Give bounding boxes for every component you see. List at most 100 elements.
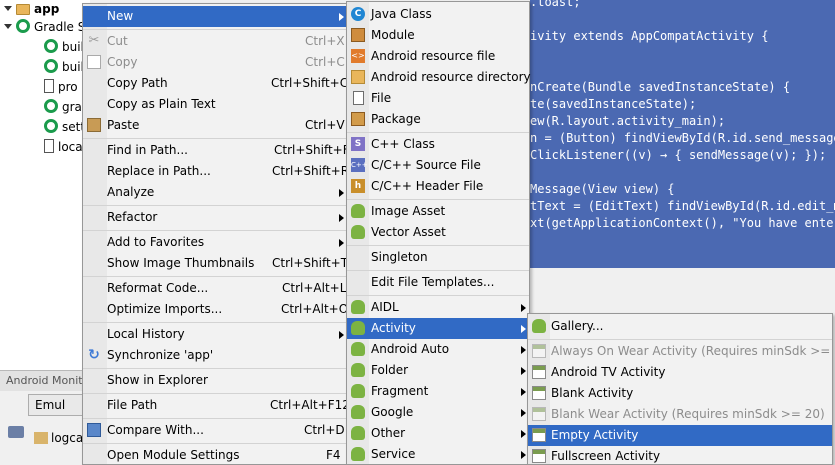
menu-item-always-on-wear-activity[interactable]: Always On Wear Activity (Requires minSdk… bbox=[528, 341, 835, 362]
menu-item-replace-in-path[interactable]: Replace in Path... Ctrl+Shift+R bbox=[83, 161, 349, 182]
menu-item-new[interactable]: New bbox=[83, 6, 346, 27]
menu-item-label: AIDL bbox=[371, 300, 399, 314]
menu-item-singleton[interactable]: Singleton bbox=[347, 247, 529, 268]
menu-item-copy-path[interactable]: Copy Path Ctrl+Shift+C bbox=[83, 73, 349, 94]
menu-item-label: Paste bbox=[107, 118, 140, 132]
menu-item-aidl[interactable]: AIDL bbox=[347, 297, 529, 318]
android-icon bbox=[351, 225, 365, 239]
menu-item-service[interactable]: Service bbox=[347, 444, 529, 465]
menu-item-reformat-code[interactable]: Reformat Code... Ctrl+Alt+L bbox=[83, 278, 346, 299]
activity-submenu: Gallery... Always On Wear Activity (Requ… bbox=[527, 313, 835, 465]
gradle-file-icon bbox=[44, 119, 58, 133]
menu-item-shortcut: Ctrl+Shift+C bbox=[271, 76, 349, 90]
code-editor[interactable]: .toast; ivity extends AppCompatActivity … bbox=[530, 0, 835, 268]
menu-item-module[interactable]: Module bbox=[347, 25, 529, 46]
menu-item-android-tv-activity[interactable]: Android TV Activity bbox=[528, 362, 832, 383]
copy-icon bbox=[87, 55, 101, 69]
menu-item-open-module-settings[interactable]: Open Module Settings F4 bbox=[83, 445, 346, 465]
menu-item-android-auto[interactable]: Android Auto bbox=[347, 339, 529, 360]
menu-item-activity[interactable]: Activity bbox=[347, 318, 529, 339]
menu-separator bbox=[83, 418, 346, 419]
menu-item-refactor[interactable]: Refactor bbox=[83, 207, 346, 228]
expand-caret-icon[interactable] bbox=[4, 6, 12, 11]
camera-icon[interactable] bbox=[8, 426, 24, 438]
code-line: n = (Button) findViewById(R.id.send_mess… bbox=[530, 131, 835, 145]
project-tree: app Gradle S buil buil pro grad sett loc… bbox=[0, 0, 90, 370]
file-icon bbox=[44, 79, 54, 93]
sync-icon: ↻ bbox=[88, 347, 100, 363]
menu-item-shortcut: Ctrl+Shift+F bbox=[274, 143, 350, 157]
android-monitor-title: Android Monit bbox=[0, 370, 90, 391]
menu-item-paste[interactable]: Paste Ctrl+V bbox=[83, 115, 346, 136]
tree-item[interactable]: buil bbox=[44, 58, 84, 77]
menu-item-shortcut: F4 bbox=[326, 448, 341, 462]
menu-item-label: New bbox=[107, 9, 134, 23]
submenu-arrow-icon bbox=[521, 367, 526, 375]
tree-item[interactable]: sett bbox=[44, 118, 85, 137]
menu-item-shortcut: Ctrl+Alt+L bbox=[282, 281, 347, 295]
menu-item-label: File bbox=[371, 91, 392, 105]
menu-item-file-path[interactable]: File Path Ctrl+Alt+F12 bbox=[83, 395, 350, 416]
tree-item[interactable]: buil bbox=[44, 38, 84, 57]
submenu-arrow-icon bbox=[339, 189, 344, 197]
menu-item-image-asset[interactable]: Image Asset bbox=[347, 201, 529, 222]
menu-item-edit-file-templates[interactable]: Edit File Templates... bbox=[347, 272, 529, 293]
tree-item[interactable]: loca bbox=[44, 138, 83, 157]
menu-item-local-history[interactable]: Local History bbox=[83, 324, 346, 345]
menu-item-c-header-file[interactable]: h C/C++ Header File bbox=[347, 176, 529, 197]
tree-item-app[interactable]: app bbox=[4, 0, 59, 19]
menu-item-analyze[interactable]: Analyze bbox=[83, 182, 346, 203]
menu-item-file[interactable]: File bbox=[347, 88, 529, 109]
tree-item-gradle-scripts[interactable]: Gradle S bbox=[4, 18, 85, 37]
menu-separator bbox=[347, 245, 529, 246]
menu-item-fullscreen-activity[interactable]: Fullscreen Activity bbox=[528, 446, 832, 465]
menu-item-blank-wear-activity[interactable]: Blank Wear Activity (Requires minSdk >= … bbox=[528, 404, 832, 425]
menu-item-compare-with[interactable]: Compare With... Ctrl+D bbox=[83, 420, 346, 441]
menu-item-synchronize[interactable]: ↻ Synchronize 'app' bbox=[83, 345, 346, 366]
menu-item-android-resource-directory[interactable]: Android resource directory bbox=[347, 67, 531, 88]
menu-item-add-to-favorites[interactable]: Add to Favorites bbox=[83, 232, 346, 253]
emulator-tab[interactable]: Emul bbox=[28, 394, 90, 416]
menu-item-other[interactable]: Other bbox=[347, 423, 529, 444]
menu-item-fragment[interactable]: Fragment bbox=[347, 381, 529, 402]
menu-item-optimize-imports[interactable]: Optimize Imports... Ctrl+Alt+O bbox=[83, 299, 349, 320]
menu-item-copy-plain-text[interactable]: Copy as Plain Text bbox=[83, 94, 346, 115]
file-icon bbox=[353, 91, 364, 105]
menu-item-shortcut: Ctrl+Alt+O bbox=[281, 302, 349, 316]
submenu-arrow-icon bbox=[521, 388, 526, 396]
android-icon bbox=[351, 300, 365, 314]
code-line: tText = (EditText) findViewById(R.id.edi… bbox=[530, 199, 835, 213]
menu-item-find-in-path[interactable]: Find in Path... Ctrl+Shift+F bbox=[83, 140, 350, 161]
menu-separator bbox=[347, 270, 529, 271]
menu-item-blank-activity[interactable]: Blank Activity bbox=[528, 383, 832, 404]
tree-item-label: pro bbox=[58, 80, 78, 94]
menu-item-google[interactable]: Google bbox=[347, 402, 529, 423]
menu-item-folder[interactable]: Folder bbox=[347, 360, 529, 381]
menu-item-label: Image Asset bbox=[371, 204, 446, 218]
c-source-icon: C++ bbox=[351, 158, 368, 172]
menu-item-cpp-class[interactable]: S C++ Class bbox=[347, 134, 529, 155]
menu-item-c-source-file[interactable]: C++ C/C++ Source File bbox=[347, 155, 529, 176]
menu-item-gallery[interactable]: Gallery... bbox=[528, 316, 832, 337]
menu-item-label: C/C++ Header File bbox=[371, 179, 484, 193]
menu-item-package[interactable]: Package bbox=[347, 109, 529, 130]
menu-item-show-image-thumbnails[interactable]: Show Image Thumbnails Ctrl+Shift+T bbox=[83, 253, 348, 274]
menu-item-label: Copy Path bbox=[107, 76, 168, 90]
menu-item-copy[interactable]: Copy Ctrl+C bbox=[83, 52, 346, 73]
menu-item-vector-asset[interactable]: Vector Asset bbox=[347, 222, 529, 243]
menu-item-label: File Path bbox=[107, 398, 158, 412]
menu-item-shortcut: Ctrl+V bbox=[305, 118, 345, 132]
menu-item-label: Reformat Code... bbox=[107, 281, 209, 295]
menu-item-label: Singleton bbox=[371, 250, 428, 264]
menu-item-label: Activity bbox=[371, 321, 416, 335]
tree-item-label: app bbox=[34, 2, 60, 16]
tree-item[interactable]: pro bbox=[44, 78, 78, 97]
menu-item-cut[interactable]: ✂ Cut Ctrl+X bbox=[83, 31, 346, 52]
menu-item-android-resource-file[interactable]: <> Android resource file bbox=[347, 46, 529, 67]
expand-caret-icon[interactable] bbox=[4, 24, 12, 29]
menu-item-java-class[interactable]: C Java Class bbox=[347, 4, 529, 25]
menu-item-show-in-explorer[interactable]: Show in Explorer bbox=[83, 370, 346, 391]
code-line: ClickListener((v) → { sendMessage(v); })… bbox=[530, 148, 827, 162]
menu-item-empty-activity[interactable]: Empty Activity bbox=[528, 425, 832, 446]
resource-folder-icon bbox=[351, 70, 365, 84]
